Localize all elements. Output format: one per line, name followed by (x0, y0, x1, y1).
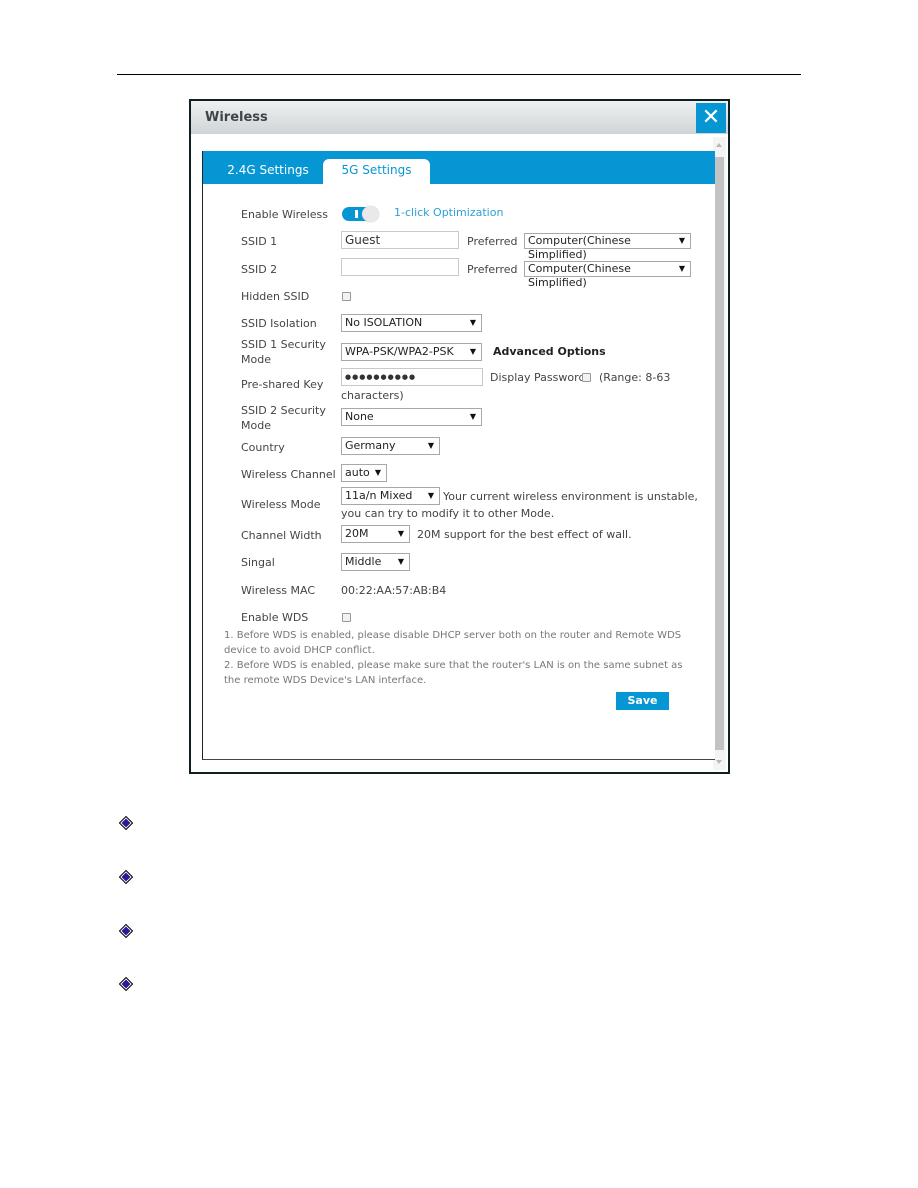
dialog-title: Wireless (205, 110, 268, 125)
one-click-optimization-link[interactable]: 1-click Optimization (394, 205, 503, 220)
toggle-on-mark (355, 210, 358, 218)
ssid1-input[interactable]: Guest (341, 231, 459, 249)
enable-wds-checkbox[interactable] (342, 613, 351, 622)
ssid1-preferred-value: Computer(Chinese Simplified) (528, 234, 631, 261)
tab-2-4g-settings[interactable]: 2.4G Settings (218, 159, 318, 184)
chevron-down-icon: ▼ (469, 412, 476, 421)
enable-wireless-toggle[interactable] (342, 206, 380, 222)
enable-wds-label: Enable WDS (241, 611, 309, 624)
scroll-up-icon[interactable] (716, 143, 722, 147)
country-label: Country (241, 441, 285, 454)
wireless-mode-value: 11a/n Mixed (345, 489, 413, 502)
ssid1-label: SSID 1 (241, 235, 278, 248)
enable-wireless-label: Enable Wireless (241, 208, 328, 221)
ssid-isolation-label: SSID Isolation (241, 317, 317, 330)
ssid1-security-value: WPA-PSK/WPA2-PSK (345, 345, 454, 358)
ssid1-preferred-select[interactable]: Computer(Chinese Simplified) ▼ (524, 233, 691, 261)
diamond-icon (119, 816, 133, 830)
channel-width-hint: 20M support for the best effect of wall. (417, 528, 632, 541)
wireless-channel-value: auto (345, 466, 370, 479)
ssid1-security-label-line2: Mode (241, 353, 271, 366)
close-button[interactable]: ✕ (696, 103, 726, 133)
settings-panel: 2.4G Settings 5G Settings Enable Wireles… (202, 151, 715, 760)
ssid-isolation-value: No ISOLATION (345, 316, 423, 329)
dialog-header: Wireless (191, 101, 728, 134)
chevron-down-icon: ▼ (427, 491, 434, 500)
ssid2-label: SSID 2 (241, 263, 278, 276)
wireless-mode-hint: Your current wireless environment is uns… (443, 490, 698, 503)
ssid2-security-select[interactable]: None ▼ (341, 408, 482, 426)
signal-label: Singal (241, 556, 275, 569)
wireless-channel-label: Wireless Channel (241, 468, 336, 481)
wireless-mac-value: 00:22:AA:57:AB:B4 (341, 584, 447, 597)
scrollbar-thumb[interactable] (715, 157, 724, 750)
channel-width-value: 20M (345, 527, 369, 540)
ssid2-preferred-label: Preferred (467, 263, 518, 276)
chevron-down-icon: ▼ (678, 236, 685, 245)
chevron-down-icon: ▼ (469, 318, 476, 327)
chevron-down-icon: ▼ (374, 468, 381, 477)
wds-note-2: 2. Before WDS is enabled, please make su… (224, 660, 683, 686)
close-icon: ✕ (701, 105, 721, 130)
toggle-knob (362, 206, 379, 222)
ssid1-preferred-label: Preferred (467, 235, 518, 248)
ssid2-preferred-select[interactable]: Computer(Chinese Simplified) ▼ (524, 261, 691, 289)
display-password-label: Display Password (490, 371, 586, 384)
display-password-checkbox[interactable] (582, 373, 591, 382)
hidden-ssid-checkbox[interactable] (342, 292, 351, 301)
chevron-down-icon: ▼ (678, 264, 685, 273)
chevron-down-icon: ▼ (397, 529, 404, 538)
wds-notes: 1. Before WDS is enabled, please disable… (224, 628, 684, 688)
ssid1-security-select[interactable]: WPA-PSK/WPA2-PSK ▼ (341, 343, 482, 361)
tab-5g-settings[interactable]: 5G Settings (323, 159, 430, 184)
scroll-down-icon[interactable] (716, 760, 722, 764)
psk-label: Pre-shared Key (241, 378, 324, 391)
hidden-ssid-label: Hidden SSID (241, 290, 310, 303)
save-button[interactable]: Save (616, 692, 669, 710)
wireless-mode-select[interactable]: 11a/n Mixed ▼ (341, 487, 440, 505)
signal-select[interactable]: Middle ▼ (341, 553, 410, 571)
tab-bar: 2.4G Settings 5G Settings (203, 151, 715, 184)
ssid2-security-label: SSID 2 Security Mode (241, 403, 326, 433)
wireless-mac-label: Wireless MAC (241, 584, 316, 597)
ssid2-preferred-value: Computer(Chinese Simplified) (528, 262, 631, 289)
country-value: Germany (345, 439, 396, 452)
diamond-icon (119, 924, 133, 938)
page-header-rule (117, 74, 801, 75)
ssid1-security-label: SSID 1 Security Mode (241, 337, 326, 367)
wireless-mode-label: Wireless Mode (241, 498, 321, 511)
ssid2-security-label-line1: SSID 2 Security (241, 404, 326, 417)
psk-range-hint-cont: characters) (341, 389, 404, 402)
psk-input[interactable]: ●●●●●●●●●● (341, 368, 483, 386)
country-select[interactable]: Germany ▼ (341, 437, 440, 455)
chevron-down-icon: ▼ (427, 441, 434, 450)
signal-value: Middle (345, 555, 382, 568)
channel-width-select[interactable]: 20M ▼ (341, 525, 410, 543)
psk-range-hint: (Range: 8-63 (599, 371, 671, 384)
advanced-options-link[interactable]: Advanced Options (493, 344, 606, 359)
wds-note-1: 1. Before WDS is enabled, please disable… (224, 630, 682, 656)
chevron-down-icon: ▼ (397, 557, 404, 566)
ssid-isolation-select[interactable]: No ISOLATION ▼ (341, 314, 482, 332)
wireless-dialog: Wireless ✕ 2.4G Settings 5G Settings Ena… (189, 99, 730, 774)
chevron-down-icon: ▼ (469, 347, 476, 356)
wireless-mode-hint-cont: you can try to modify it to other Mode. (341, 507, 555, 520)
ssid2-input[interactable] (341, 258, 459, 276)
ssid2-security-value: None (345, 410, 374, 423)
ssid1-security-label-line1: SSID 1 Security (241, 338, 326, 351)
diamond-icon (119, 870, 133, 884)
channel-width-label: Channel Width (241, 529, 322, 542)
diamond-icon (119, 977, 133, 991)
ssid2-security-label-line2: Mode (241, 419, 271, 432)
wireless-channel-select[interactable]: auto ▼ (341, 464, 387, 482)
